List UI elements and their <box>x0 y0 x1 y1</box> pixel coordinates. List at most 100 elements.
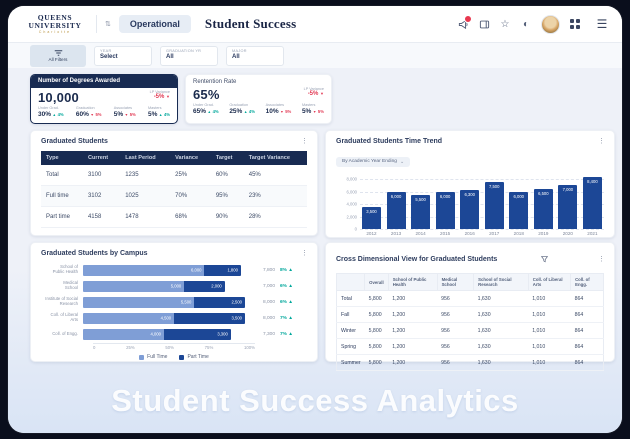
up-arrow-icon: ▲ <box>244 110 248 114</box>
apps-grid-icon[interactable] <box>569 18 581 30</box>
cross-dimensional-card: Cross Dimensional View for Graduated Stu… <box>325 242 615 362</box>
full-time-segment[interactable]: 5,500 <box>83 297 194 308</box>
notification-badge <box>464 15 472 23</box>
legend-item[interactable]: Part Time <box>179 354 208 360</box>
kpi-metric-delta: 4% <box>58 112 64 117</box>
table-cell: Total <box>337 291 365 307</box>
bar-value-label: 8,400 <box>583 179 602 184</box>
table-cell: 1,200 <box>388 355 437 371</box>
kpi-metric-value: 10% <box>266 108 279 115</box>
table-row[interactable]: Total3100123525%60%45% <box>41 165 307 186</box>
full-time-segment[interactable]: 5,000 <box>83 281 184 292</box>
contrast-icon[interactable]: ◐ <box>520 18 532 30</box>
campus-stacked-bar[interactable]: 5,5002,500 <box>83 297 245 308</box>
full-time-segment[interactable]: 6,000 <box>83 265 204 276</box>
table-row[interactable]: Total5,8001,2009561,6301,010864 <box>337 291 604 307</box>
part-time-segment[interactable]: 2,000 <box>184 281 225 292</box>
watermark-text: Student Success Analytics <box>8 383 622 419</box>
dashboard-canvas: Number of Degrees Awarded 10,000 LP Vari… <box>8 68 622 433</box>
kpi-metric-label: Masters <box>302 103 324 107</box>
kpi-metric: Under Grad.30%▲4% <box>38 106 64 118</box>
table-row[interactable]: Part time4158147868%90%28% <box>41 207 307 228</box>
table-cell: 1,010 <box>528 355 570 371</box>
table-cell: 1,630 <box>474 323 529 339</box>
campus-stacked-bar[interactable]: 4,5003,500 <box>83 313 245 324</box>
filter-dropdown[interactable]: YearSelect <box>94 46 152 66</box>
campus-stacked-bar[interactable]: 4,0003,300 <box>83 329 231 340</box>
campus-bar-chart: School ofPublic Health6,0001,8007,8008% … <box>31 263 317 341</box>
kebab-menu-icon[interactable]: ⋮ <box>301 250 308 257</box>
kebab-menu-icon[interactable]: ⋮ <box>598 256 605 263</box>
x-tick-label: 2021 <box>583 231 602 236</box>
trend-bar[interactable]: 6,000 <box>509 192 528 229</box>
announcement-icon[interactable] <box>457 18 469 30</box>
part-time-segment[interactable]: 3,500 <box>174 313 245 324</box>
table-cell: Fall <box>337 307 365 323</box>
kpi-card-retention-rate[interactable]: Rentention Rate 65% LP Variance -5% ▼ Un… <box>185 74 332 124</box>
kpi-metric-value: 60% <box>76 111 89 118</box>
down-arrow-icon: ▼ <box>125 113 129 117</box>
kpi-card-degrees-awarded[interactable]: Number of Degrees Awarded 10,000 LP Vari… <box>30 74 178 124</box>
kpi-metric: Under Grad.65%▲4% <box>193 103 219 115</box>
full-time-segment[interactable]: 4,500 <box>83 313 174 324</box>
card-title: Graduated Students by Campus <box>41 250 148 257</box>
kebab-menu-icon[interactable]: ⋮ <box>301 138 308 145</box>
table-row[interactable]: Fall5,8001,2009561,6301,010864 <box>337 307 604 323</box>
table-row[interactable]: Spring5,8001,2009561,6301,010864 <box>337 339 604 355</box>
table-row[interactable]: Summer5,8001,2009561,6301,010864 <box>337 355 604 371</box>
table-cell: 60% <box>211 165 244 186</box>
bar-value-label: 6,000 <box>387 194 406 199</box>
filter-dropdown[interactable]: MajorAll <box>226 46 284 66</box>
part-time-segment[interactable]: 1,800 <box>204 265 240 276</box>
trend-bar[interactable]: 5,500 <box>411 195 430 229</box>
campus-delta: 7% ▲ <box>280 332 293 337</box>
trend-bar[interactable]: 7,000 <box>558 185 577 229</box>
trend-bar[interactable]: 8,400 <box>583 177 602 229</box>
table-cell: 1,200 <box>388 323 437 339</box>
trend-dimension-dropdown[interactable]: By Academic Year Ending ⌄ <box>336 157 410 167</box>
x-tick-label: 75% <box>205 345 214 350</box>
filter-lines-icon <box>54 50 63 56</box>
part-time-segment[interactable]: 3,300 <box>164 329 231 340</box>
filter-dropdown-label: Year <box>100 49 146 53</box>
panel-icon[interactable] <box>478 18 490 30</box>
legend-item[interactable]: Full Time <box>139 354 167 360</box>
kebab-menu-icon[interactable]: ⋮ <box>598 138 605 145</box>
full-time-segment[interactable]: 4,000 <box>83 329 164 340</box>
trend-bar[interactable]: 3,500 <box>362 207 381 229</box>
page-title: Student Success <box>205 16 297 32</box>
x-tick-label: 2019 <box>534 231 553 236</box>
x-tick-label: 25% <box>126 345 135 350</box>
trend-bar[interactable]: 6,000 <box>436 192 455 229</box>
table-row[interactable]: Full time3102102570%95%23% <box>41 186 307 207</box>
collapse-icon[interactable]: ⇅ <box>105 20 111 28</box>
up-arrow-icon: ▲ <box>288 300 293 305</box>
table-cell: 1,630 <box>474 355 529 371</box>
trend-bar[interactable]: 7,500 <box>485 182 504 229</box>
kpi-metric-value: 25% <box>229 108 242 115</box>
column-header <box>337 274 365 291</box>
user-avatar[interactable] <box>541 15 560 34</box>
table-cell: 5,800 <box>365 307 389 323</box>
table-cell: 5,800 <box>365 339 389 355</box>
hamburger-menu-icon[interactable]: ☰ <box>596 18 608 30</box>
dashboard-type-badge[interactable]: Operational <box>119 15 191 33</box>
part-time-segment[interactable]: 2,500 <box>194 297 245 308</box>
trend-bar[interactable]: 6,000 <box>387 192 406 229</box>
filter-funnel-icon[interactable] <box>541 250 548 268</box>
campus-stacked-bar[interactable]: 6,000 1,800 <box>83 265 241 276</box>
kpi-metric-delta: 5% <box>318 109 324 114</box>
table-row[interactable]: Winter5,8001,2009561,6301,010864 <box>337 323 604 339</box>
trend-bar[interactable]: 6,500 <box>534 189 553 229</box>
by-campus-card: Graduated Students by Campus ⋮ School of… <box>30 242 318 362</box>
all-filters-button[interactable]: All Filters <box>30 45 86 67</box>
kpi-metric-delta: 5% <box>130 112 136 117</box>
filter-bar: All Filters YearSelect Graduation YrAll Ma… <box>8 43 622 70</box>
campus-stacked-bar[interactable]: 5,0002,000 <box>83 281 225 292</box>
filter-dropdown[interactable]: Graduation YrAll <box>160 46 218 66</box>
segment-value-label: 1,800 <box>227 268 237 273</box>
favorite-star-icon[interactable]: ☆ <box>499 18 511 30</box>
university-logo[interactable]: Queens University Charlotte <box>22 14 88 34</box>
trend-bar[interactable]: 6,300 <box>460 190 479 229</box>
up-arrow-icon: ▲ <box>288 284 293 289</box>
